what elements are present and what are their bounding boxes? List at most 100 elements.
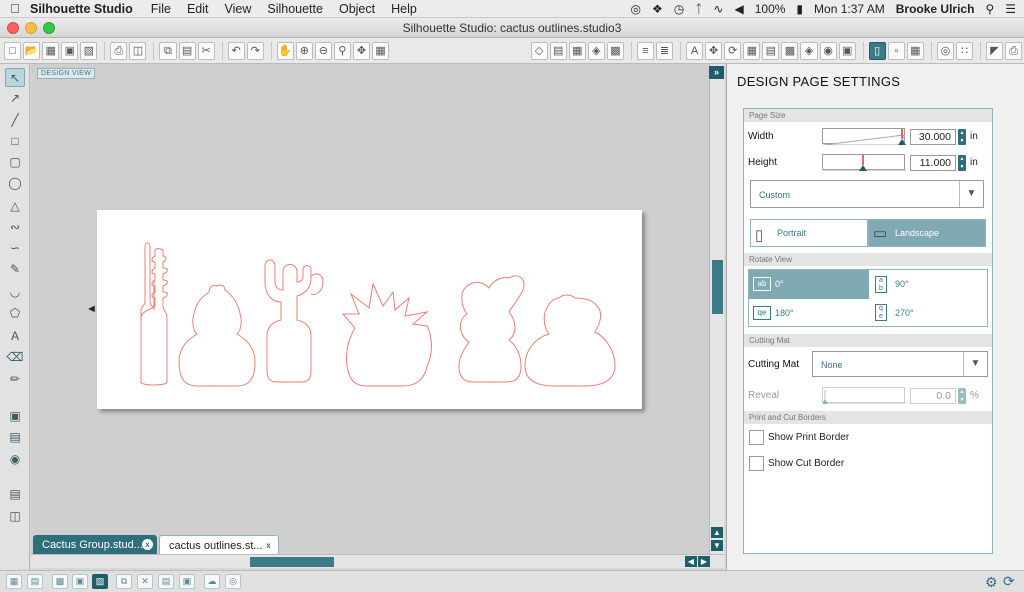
undo-icon[interactable]: ↶ <box>227 41 245 60</box>
curve-tool-icon[interactable]: ∾ <box>5 218 25 237</box>
portrait-button[interactable]: ▯ Portrait <box>750 219 868 247</box>
zoom-select-icon[interactable]: ⚲ <box>333 41 351 60</box>
rhinestone-icon[interactable]: ∷ <box>955 41 973 60</box>
width-input[interactable]: 30.000 <box>910 129 956 145</box>
library-grid-icon[interactable]: ▦ <box>906 41 924 60</box>
clock[interactable]: Mon 1:37 AM <box>814 2 885 16</box>
width-slider[interactable] <box>822 128 906 146</box>
rotate-icon[interactable]: ⟳ <box>724 41 742 60</box>
rectangle-tool-icon[interactable]: □ <box>5 132 25 151</box>
menu-edit[interactable]: Edit <box>187 2 209 16</box>
menu-view[interactable]: View <box>224 2 251 16</box>
landscape-button[interactable]: ▭ Landscape <box>868 219 986 247</box>
ungroup-icon[interactable]: ▤ <box>27 574 43 589</box>
scroll-left-icon[interactable]: ◀ <box>685 556 697 567</box>
page-size-preset-dropdown[interactable]: Custom ▼ <box>750 180 984 208</box>
vertical-scrollbar[interactable]: ▲ ▼ <box>709 64 724 554</box>
scroll-down-icon[interactable]: ▼ <box>711 540 723 551</box>
bring-to-front-icon[interactable]: ▧ <box>92 574 108 589</box>
text-tool-icon[interactable]: A <box>5 327 25 346</box>
rotate-0-option[interactable]: ab 0° <box>749 270 869 299</box>
polygon-tool-icon[interactable]: △ <box>5 197 25 216</box>
menu-silhouette[interactable]: Silhouette <box>267 2 323 16</box>
wifi-icon[interactable]: ∿ <box>713 2 723 16</box>
pan-hand-icon[interactable]: ✋ <box>276 41 294 60</box>
offset-icon[interactable]: ◉ <box>819 41 837 60</box>
volume-icon[interactable]: ◀ <box>734 2 743 16</box>
time-machine-icon[interactable]: ◷ <box>674 2 684 16</box>
rotate-270-option[interactable]: qe 270° <box>869 299 987 327</box>
height-slider[interactable] <box>822 154 906 171</box>
sketch-icon[interactable]: ◎ <box>936 41 954 60</box>
eraser-settings-icon[interactable]: ◤ <box>985 41 1003 60</box>
release-compound-path-icon[interactable]: ▣ <box>72 574 88 589</box>
reveal-stepper[interactable]: ▲ ▼ <box>958 388 966 404</box>
delete-icon[interactable]: ✕ <box>137 574 153 589</box>
eraser-tool-icon[interactable]: ⌫ <box>5 348 25 367</box>
menu-help[interactable]: Help <box>391 2 417 16</box>
dropbox-icon[interactable]: ❖ <box>652 2 663 16</box>
media-layout-icon[interactable]: ▣ <box>5 407 25 426</box>
ellipse-tool-icon[interactable]: ◯ <box>5 174 25 193</box>
apple-icon[interactable]:  <box>0 1 30 16</box>
cut-icon[interactable]: ✂ <box>197 41 215 60</box>
redo-icon[interactable]: ↷ <box>246 41 264 60</box>
align-icon[interactable]: ▤ <box>762 41 780 60</box>
fit-to-window-icon[interactable]: ▦ <box>372 41 390 60</box>
design-page[interactable] <box>97 210 642 409</box>
smooth-freehand-tool-icon[interactable]: ✎ <box>5 260 25 279</box>
bluetooth-icon[interactable]: ᛏ <box>695 2 702 16</box>
trace-icon[interactable]: ▣ <box>838 41 856 60</box>
paste-icon[interactable]: ▤ <box>178 41 196 60</box>
select-tool-icon[interactable]: ↖ <box>5 68 25 87</box>
freehand-tool-icon[interactable]: ∽ <box>5 239 25 258</box>
grid-settings-icon[interactable]: ▤ <box>549 41 567 60</box>
print-icon[interactable]: ⎙ <box>110 41 128 60</box>
duplicate-icon[interactable]: ⧉ <box>116 574 132 589</box>
battery-icon[interactable]: ▮ <box>796 2 803 16</box>
app-name-menu[interactable]: Silhouette Studio <box>30 2 133 16</box>
show-print-border-checkbox[interactable] <box>749 430 764 445</box>
creative-cloud-icon[interactable]: ◎ <box>630 2 640 16</box>
scroll-up-icon[interactable]: ▲ <box>711 527 723 538</box>
line-color-icon[interactable]: ≡ <box>636 41 654 60</box>
tab-close-icon[interactable]: x <box>142 539 153 550</box>
horizontal-scroll-thumb[interactable] <box>250 557 334 567</box>
split-layout-icon[interactable]: ◫ <box>5 507 25 526</box>
vertical-scroll-thumb[interactable] <box>712 260 723 314</box>
text-style-icon[interactable]: A <box>686 41 704 60</box>
save-library-icon[interactable]: ▧ <box>80 41 98 60</box>
reveal-input[interactable]: 0.0 <box>910 388 956 404</box>
gradient-icon[interactable]: ▩ <box>606 41 624 60</box>
line-tool-icon[interactable]: ╱ <box>5 111 25 130</box>
offset-bottom-icon[interactable]: ◎ <box>225 574 241 589</box>
refresh-icon[interactable]: ⟳ <box>1003 573 1015 590</box>
width-stepper[interactable]: ▲ ▼ <box>958 129 966 145</box>
menu-file[interactable]: File <box>151 2 171 16</box>
rotate-180-option[interactable]: qe 180° <box>749 299 869 327</box>
send-to-cutter-icon[interactable]: ◫ <box>129 41 147 60</box>
send-to-silhouette-icon[interactable]: ⎙ <box>1005 41 1023 60</box>
window-layout-icon[interactable]: ▤ <box>5 485 25 504</box>
rounded-rectangle-tool-icon[interactable]: ▢ <box>5 153 25 172</box>
group-icon[interactable]: ▦ <box>6 574 22 589</box>
modify-icon[interactable]: ◈ <box>800 41 818 60</box>
replicate-icon[interactable]: ▩ <box>781 41 799 60</box>
height-input[interactable]: 11.000 <box>910 155 956 171</box>
notification-center-icon[interactable]: ☰ <box>1005 2 1016 16</box>
height-stepper[interactable]: ▲ ▼ <box>958 155 966 171</box>
horizontal-scrollbar[interactable]: ◀ ▶ <box>31 554 724 568</box>
edit-points-icon[interactable]: ↗ <box>5 89 25 108</box>
send-backward-icon[interactable]: ▤ <box>158 574 174 589</box>
new-document-icon[interactable]: □ <box>4 41 22 60</box>
cactus-outlines-artwork[interactable] <box>97 210 642 409</box>
user-name[interactable]: Brooke Ulrich <box>896 2 975 16</box>
transform-icon[interactable]: ✥ <box>705 41 723 60</box>
design-store-icon[interactable]: ▤ <box>5 428 25 447</box>
design-canvas[interactable]: DESIGN VIEW ◄ <box>31 64 709 554</box>
tab-close-icon[interactable]: x <box>263 540 274 551</box>
page-setup-icon[interactable]: ◇ <box>530 41 548 60</box>
line-style-icon[interactable]: ≣ <box>656 41 674 60</box>
arc-tool-icon[interactable]: ◡ <box>5 283 25 302</box>
save-icon[interactable]: ▣ <box>61 41 79 60</box>
